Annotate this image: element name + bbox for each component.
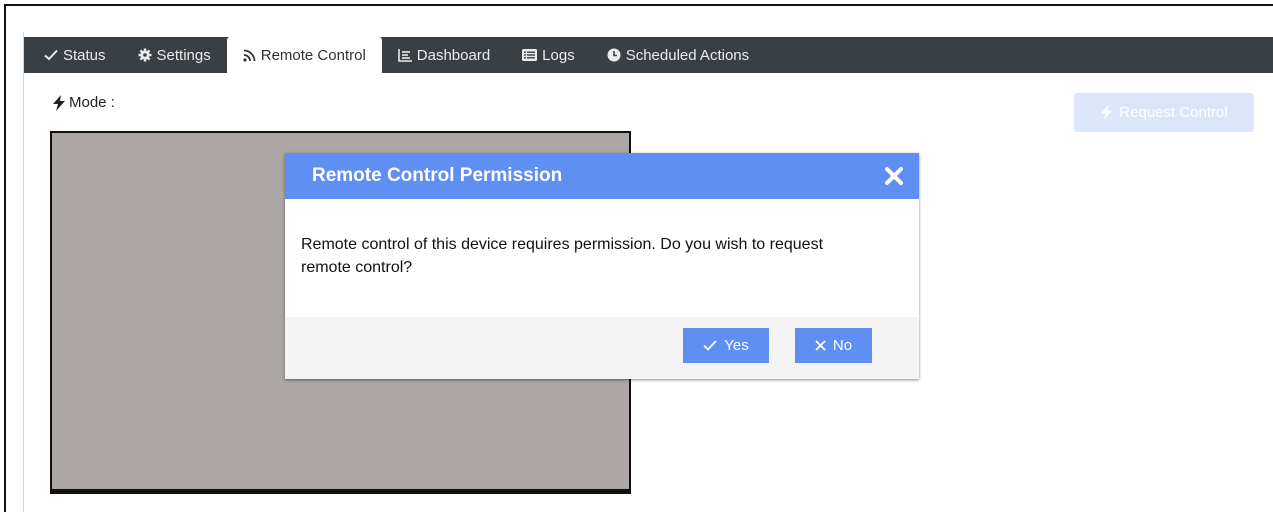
yes-label: Yes (724, 337, 749, 354)
yes-button[interactable]: Yes (683, 328, 769, 363)
tab-logs[interactable]: Logs (506, 37, 591, 73)
tab-status-label: Status (63, 46, 106, 64)
close-icon (815, 340, 826, 351)
dialog-footer: Yes No (285, 317, 919, 379)
request-control-button[interactable]: Request Control (1074, 93, 1254, 132)
tab-remote-control[interactable]: Remote Control (226, 37, 382, 73)
tab-remote-control-label: Remote Control (260, 46, 366, 64)
mode-label: Mode : (52, 94, 115, 111)
list-icon (522, 49, 538, 61)
tab-bar: Status Settings Remote Control Dashboard… (24, 37, 1273, 73)
tab-settings[interactable]: Settings (122, 37, 227, 73)
tab-dashboard[interactable]: Dashboard (382, 37, 506, 73)
check-icon (703, 340, 717, 351)
tab-scheduled-actions-label: Scheduled Actions (625, 46, 750, 64)
check-icon (44, 49, 58, 61)
clock-icon (607, 48, 621, 62)
no-label: No (832, 337, 853, 354)
bolt-icon (1101, 105, 1113, 120)
tab-dashboard-label: Dashboard (416, 46, 491, 64)
dialog-message: Remote control of this device requires p… (301, 236, 824, 276)
gear-icon (138, 48, 152, 62)
remote-control-permission-dialog: Remote Control Permission Remote control… (285, 153, 919, 379)
close-icon[interactable] (885, 167, 903, 185)
dashboard-icon (397, 48, 412, 62)
tab-status[interactable]: Status (28, 37, 122, 73)
tab-settings-label: Settings (156, 46, 211, 64)
dialog-title: Remote Control Permission (312, 165, 563, 186)
mode-text: Mode : (69, 94, 115, 111)
no-button[interactable]: No (795, 328, 872, 363)
rss-icon (243, 49, 256, 62)
tab-logs-label: Logs (542, 46, 575, 64)
bolt-icon (53, 94, 65, 111)
request-control-label: Request Control (1119, 104, 1228, 121)
tab-scheduled-actions[interactable]: Scheduled Actions (591, 37, 765, 73)
dialog-header: Remote Control Permission (285, 153, 919, 199)
